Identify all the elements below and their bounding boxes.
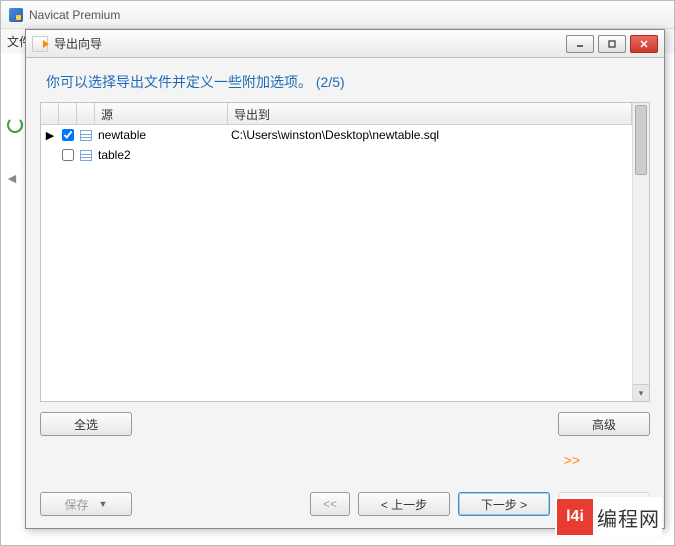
watermark-logo: l4i 编程网 (555, 497, 662, 537)
select-all-button[interactable]: 全选 (40, 412, 132, 436)
row-marker-icon: ▶ (41, 125, 59, 145)
scrollbar-down-icon[interactable]: ▾ (633, 384, 649, 401)
main-titlebar: Navicat Premium (1, 1, 674, 29)
table-icon (80, 150, 92, 161)
previous-button[interactable]: < 上一步 (358, 492, 450, 516)
grid-header-marker[interactable] (41, 103, 59, 124)
close-button[interactable] (630, 35, 658, 53)
navicat-icon (9, 8, 23, 22)
grid-header-export-to[interactable]: 导出到 (228, 103, 632, 124)
maximize-button[interactable] (598, 35, 626, 53)
next-button[interactable]: 下一步 > (458, 492, 550, 516)
main-title: Navicat Premium (29, 1, 120, 29)
grid-body: ▶ newtable C:\Users\winston\Desktop\newt… (41, 125, 632, 165)
refresh-icon[interactable] (7, 117, 23, 133)
minimize-button[interactable] (566, 35, 594, 53)
row-marker-icon (41, 145, 59, 165)
row-source[interactable]: newtable (95, 125, 228, 145)
export-icon (32, 36, 48, 52)
row-source[interactable]: table2 (95, 145, 228, 165)
collapse-arrow-icon[interactable]: ◄ (5, 170, 19, 186)
table-row[interactable]: ▶ newtable C:\Users\winston\Desktop\newt… (41, 125, 632, 145)
sidebar-fragment: ◄ (5, 55, 25, 155)
grid-header-checkbox[interactable] (59, 103, 77, 124)
grid-header-icon (77, 103, 95, 124)
logo-text: 编程网 (597, 503, 660, 532)
advanced-button[interactable]: 高级 (558, 412, 650, 436)
grid-header-row: 源 导出到 (41, 103, 632, 125)
scrollbar-thumb[interactable] (635, 105, 647, 175)
last-page-button[interactable]: >> (564, 452, 580, 468)
row-destination[interactable] (228, 145, 632, 165)
row-checkbox[interactable] (62, 129, 74, 141)
vertical-scrollbar[interactable]: ▾ (632, 103, 649, 401)
export-grid: 源 导出到 ▶ newtable C:\Users\winston\Deskto… (40, 102, 650, 402)
row-checkbox[interactable] (62, 149, 74, 161)
wizard-step-heading: 你可以选择导出文件并定义一些附加选项。 (2/5) (26, 58, 664, 102)
save-button[interactable]: 保存 ▼ (40, 492, 132, 516)
logo-mark-icon: l4i (557, 499, 593, 535)
table-row[interactable]: table2 (41, 145, 632, 165)
main-window: Navicat Premium 文件 ◄ 导出向导 你可以选择导出文件并定义一些… (0, 0, 675, 546)
table-icon (80, 130, 92, 141)
grid-header-source[interactable]: 源 (95, 103, 228, 124)
chevron-down-icon: ▼ (99, 499, 108, 509)
export-wizard-dialog: 导出向导 你可以选择导出文件并定义一些附加选项。 (2/5) 源 导出到 (25, 29, 665, 529)
dialog-titlebar[interactable]: 导出向导 (26, 30, 664, 58)
first-page-button[interactable]: << (310, 492, 350, 516)
dialog-title: 导出向导 (54, 35, 102, 52)
row-destination[interactable]: C:\Users\winston\Desktop\newtable.sql (228, 125, 632, 145)
